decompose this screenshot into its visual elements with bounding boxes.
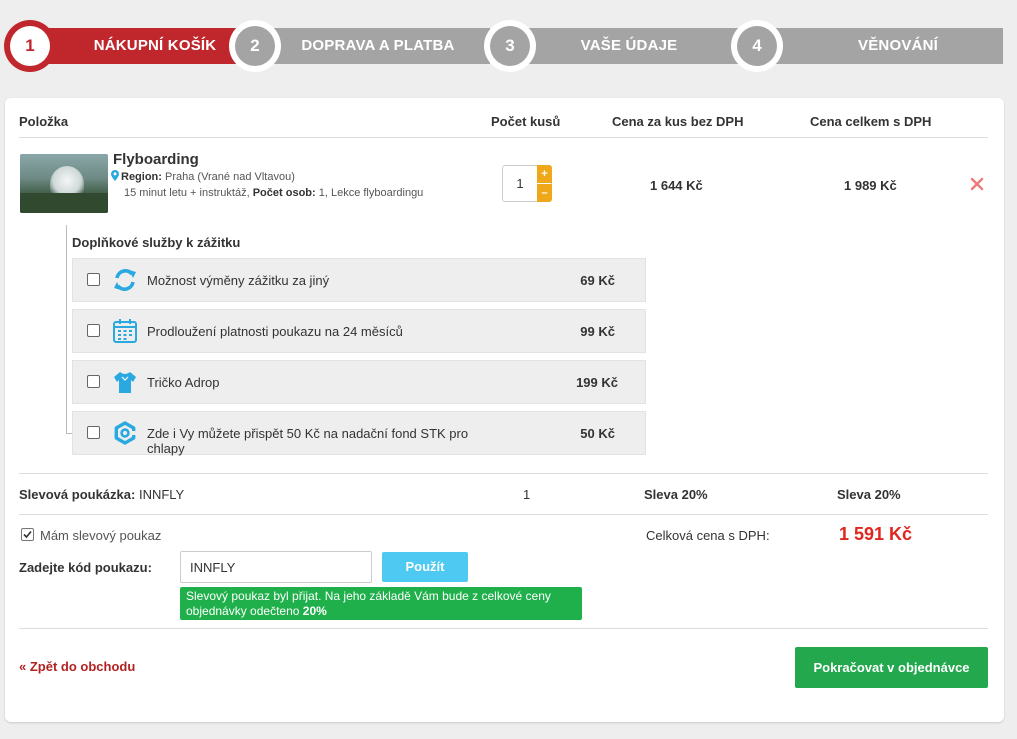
- success-percent: 20%: [302, 604, 327, 618]
- unit-price: 1 644 Kč: [650, 178, 703, 193]
- addon-label-tshirt: Tričko Adrop: [147, 375, 220, 390]
- tshirt-icon: [114, 372, 136, 393]
- addon-checkbox-extension[interactable]: [87, 324, 100, 337]
- quantity-input[interactable]: 1: [503, 166, 537, 201]
- addon-label-donation: Zde i Vy můžete přispět 50 Kč na nadační…: [147, 426, 469, 456]
- quantity-minus-button[interactable]: –: [537, 184, 552, 202]
- region-label: Region:: [121, 171, 162, 183]
- step-2-label[interactable]: DOPRAVA A PLATBA: [283, 28, 473, 64]
- footer-divider: [19, 628, 988, 629]
- step-3-number: 3: [490, 26, 530, 66]
- addon-price-extension: 99 Kč: [580, 324, 615, 339]
- step-3-circle[interactable]: 3: [484, 20, 536, 72]
- addon-row-tshirt: Tričko Adrop 199 Kč: [72, 360, 646, 404]
- product-description: 15 minut letu + instruktáž, Počet osob: …: [124, 187, 423, 199]
- back-to-shop-link[interactable]: « Zpět do obchodu: [19, 659, 135, 674]
- calendar-icon: [113, 319, 137, 343]
- header-quantity: Počet kusů: [491, 114, 561, 129]
- addon-label-exchange: Možnost výměny zážitku za jiný: [147, 273, 330, 288]
- checkmark-icon: [23, 530, 32, 539]
- addon-price-exchange: 69 Kč: [580, 273, 615, 288]
- voucher-code-input[interactable]: [180, 551, 372, 583]
- header-total-price: Cena celkem s DPH: [810, 114, 932, 129]
- step-1-circle: 1: [4, 20, 56, 72]
- addon-row-donation: Zde i Vy můžete přispět 50 Kč na nadační…: [72, 411, 646, 456]
- product-region: Region: Praha (Vrané nad Vltavou): [111, 170, 295, 183]
- step-2-circle[interactable]: 2: [229, 20, 281, 72]
- addon-price-donation: 50 Kč: [580, 426, 615, 441]
- addon-label-extension: Prodloužení platnosti poukazu na 24 měsí…: [147, 324, 403, 339]
- remove-item-icon[interactable]: [969, 176, 985, 192]
- desc-post: 1, Lekce flyboardingu: [318, 187, 424, 199]
- step-1-label: NÁKUPNÍ KOŠÍK: [93, 37, 217, 54]
- product-name[interactable]: Flyboarding: [113, 151, 199, 168]
- voucher-checkbox-label[interactable]: Mám slevový poukaz: [40, 528, 161, 543]
- addon-checkbox-tshirt[interactable]: [87, 375, 100, 388]
- region-value: Praha (Vrané nad Vltavou): [165, 171, 295, 183]
- voucher-code-label: Zadejte kód poukazu:: [19, 560, 152, 575]
- discount-label: Slevová poukázka:: [19, 487, 136, 502]
- voucher-checkbox[interactable]: [21, 528, 34, 541]
- apply-voucher-button[interactable]: Použít: [382, 552, 468, 582]
- header-unit-price: Cena za kus bez DPH: [612, 114, 744, 129]
- step-4-circle[interactable]: 4: [731, 20, 783, 72]
- quantity-plus-button[interactable]: +: [537, 165, 552, 183]
- success-text: Slevový poukaz byl přijat. Na jeho zákla…: [186, 589, 551, 618]
- discount-code: INNFLY: [138, 487, 185, 502]
- total-value: 1 591 Kč: [839, 524, 913, 544]
- step-3-label[interactable]: VAŠE ÚDAJE: [534, 28, 724, 64]
- exchange-icon: [114, 269, 136, 291]
- discount-unit: Sleva 20%: [644, 487, 708, 502]
- step-2-number: 2: [235, 26, 275, 66]
- persons-label: Počet osob:: [252, 187, 316, 199]
- total-price: 1 989 Kč: [844, 178, 897, 193]
- addon-price-tshirt: 199 Kč: [576, 375, 618, 390]
- addons-title: Doplňkové služby k zážitku: [72, 235, 241, 250]
- location-pin-icon: [111, 170, 119, 181]
- continue-order-button[interactable]: Pokračovat v objednávce: [795, 647, 988, 688]
- product-thumbnail[interactable]: [20, 154, 108, 213]
- step-1-number: 1: [10, 26, 50, 66]
- header-item: Položka: [19, 114, 69, 129]
- discount-total: Sleva 20%: [837, 487, 901, 502]
- total-label: Celková cena s DPH:: [646, 528, 770, 543]
- quantity-stepper: 1 + –: [502, 165, 552, 202]
- addon-row-extension: Prodloužení platnosti poukazu na 24 měsí…: [72, 309, 646, 353]
- addons-tree-line: [66, 225, 67, 433]
- addons-divider: [19, 473, 988, 474]
- discount-row: Slevová poukázka: INNFLY: [19, 487, 184, 502]
- voucher-success-message: Slevový poukaz byl přijat. Na jeho zákla…: [180, 587, 582, 620]
- desc-pre: 15 minut letu + instruktáž,: [124, 187, 250, 199]
- addon-checkbox-exchange[interactable]: [87, 273, 100, 286]
- discount-quantity: 1: [523, 487, 531, 502]
- cart-panel: Položka Počet kusů Cena za kus bez DPH C…: [5, 98, 1004, 722]
- addon-checkbox-donation[interactable]: [87, 426, 100, 439]
- discount-divider: [19, 514, 988, 515]
- checkout-steps: 1 NÁKUPNÍ KOŠÍK 2 DOPRAVA A PLATBA 3 VAŠ…: [0, 0, 1017, 80]
- step-4-label[interactable]: VĚNOVÁNÍ: [793, 28, 1003, 64]
- gear-icon: [114, 421, 136, 445]
- addon-row-exchange: Možnost výměny zážitku za jiný 69 Kč: [72, 258, 646, 302]
- header-divider: [19, 137, 988, 138]
- step-4-number: 4: [737, 26, 777, 66]
